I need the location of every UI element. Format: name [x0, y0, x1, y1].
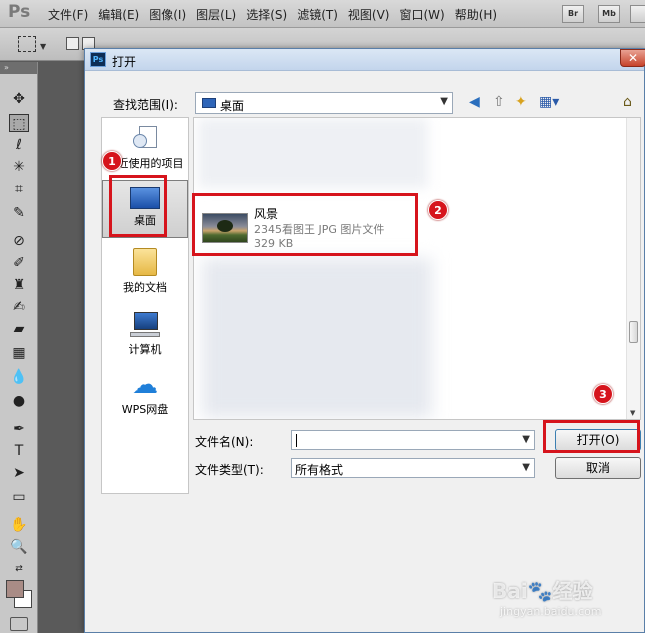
close-icon[interactable]: ✕	[620, 49, 645, 67]
chevron-down-icon[interactable]: ▼	[440, 96, 448, 107]
look-in-value: 桌面	[220, 99, 245, 113]
place-computer[interactable]: 计算机	[102, 312, 188, 357]
preset-dropdown-icon[interactable]: ▼	[40, 42, 46, 51]
watermark-sub: jingyan.baidu.com	[500, 605, 602, 618]
place-label: 计算机	[128, 343, 162, 356]
mini-bridge-button[interactable]: Mb	[598, 5, 620, 23]
documents-folder-icon	[133, 248, 157, 276]
scroll-down-icon[interactable]: ▼	[630, 409, 635, 417]
open-dialog: Ps 打开 ✕ 查找范围(I): 桌面 ▼ ◀ ⇧ ✦ ▦▾ ⌂ 最近使用的项目…	[84, 48, 645, 633]
desktop-icon	[202, 98, 216, 108]
annotation-box-file	[192, 193, 418, 256]
menu-view[interactable]: 视图(V)	[348, 6, 390, 23]
place-label: 我的文档	[123, 281, 167, 294]
healing-brush-tool-icon[interactable]: ⊘	[9, 232, 29, 250]
file-name-input[interactable]: ▼	[291, 430, 535, 450]
chevron-down-icon[interactable]: ▼	[522, 462, 530, 473]
tools-collapse-icon[interactable]: »	[0, 62, 37, 74]
vertical-scrollbar[interactable]: ▼	[626, 118, 640, 419]
bridge-browse-icon[interactable]: ⌂	[623, 95, 632, 109]
path-selection-tool-icon[interactable]: ➤	[9, 464, 29, 482]
shape-tool-icon[interactable]: ▭	[9, 488, 29, 506]
back-icon[interactable]: ◀	[469, 95, 480, 109]
dodge-tool-icon[interactable]: ●	[9, 392, 29, 410]
new-folder-icon[interactable]: ✦	[515, 95, 527, 109]
new-selection-icon[interactable]	[66, 37, 79, 50]
menu-file[interactable]: 文件(F)	[48, 6, 88, 23]
view-menu-icon[interactable]: ▦▾	[539, 95, 559, 109]
annotation-badge-1: 1	[102, 151, 122, 171]
photoshop-menu-bar: Ps 文件(F) 编辑(E) 图像(I) 图层(L) 选择(S) 滤镜(T) 视…	[0, 0, 645, 28]
look-in-combo[interactable]: 桌面 ▼	[195, 92, 453, 114]
screen-mode-icon[interactable]	[630, 5, 645, 23]
up-folder-icon[interactable]: ⇧	[493, 95, 505, 109]
brush-tool-icon[interactable]: ✐	[9, 254, 29, 272]
place-label: WPS网盘	[121, 403, 169, 416]
tools-panel: » ✥ ⬚ ℓ ✳ ⌗ ✎ ⊘ ✐ ♜ ✍ ▰ ▦ 💧 ● ✒ T ➤ ▭ ✋ …	[0, 62, 38, 633]
marquee-preset-icon[interactable]	[18, 36, 36, 52]
chevron-down-icon[interactable]: ▼	[522, 434, 530, 445]
baidu-watermark: Bai🐾经验 jingyan.baidu.com	[470, 575, 640, 631]
dialog-title: 打开	[112, 55, 137, 69]
file-type-select[interactable]: 所有格式 ▼	[291, 458, 535, 478]
computer-icon	[130, 312, 160, 338]
blur-tool-icon[interactable]: 💧	[9, 368, 29, 386]
main-menu: 文件(F) 编辑(E) 图像(I) 图层(L) 选择(S) 滤镜(T) 视图(V…	[48, 6, 507, 23]
menu-edit[interactable]: 编辑(E)	[98, 6, 139, 23]
annotation-badge-2: 2	[428, 200, 448, 220]
look-in-label: 查找范围(I):	[113, 98, 178, 112]
photoshop-logo: Ps	[8, 2, 31, 22]
bridge-button[interactable]: Br	[562, 5, 584, 23]
annotation-badge-3: 3	[593, 384, 613, 404]
photoshop-icon: Ps	[90, 52, 106, 67]
file-list[interactable]: 风景 2345看图王 JPG 图片文件 329 KB ▼	[193, 117, 641, 420]
history-brush-tool-icon[interactable]: ✍	[9, 298, 29, 316]
menu-image[interactable]: 图像(I)	[149, 6, 186, 23]
foreground-color-swatch[interactable]	[6, 580, 24, 598]
eyedropper-tool-icon[interactable]: ✎	[9, 204, 29, 222]
scroll-thumb[interactable]	[629, 321, 638, 343]
type-tool-icon[interactable]: T	[9, 442, 29, 460]
file-name-label: 文件名(N):	[195, 435, 254, 449]
quick-mask-icon[interactable]	[10, 617, 28, 631]
dialog-title-bar: Ps 打开 ✕	[85, 49, 645, 71]
place-documents[interactable]: 我的文档	[102, 248, 188, 295]
pen-tool-icon[interactable]: ✒	[9, 420, 29, 438]
marquee-tool-icon[interactable]: ⬚	[9, 114, 29, 132]
cancel-button[interactable]: 取消	[555, 457, 641, 479]
menu-window[interactable]: 窗口(W)	[399, 6, 444, 23]
recent-icon	[131, 124, 159, 152]
eraser-tool-icon[interactable]: ▰	[9, 320, 29, 338]
places-bar: 最近使用的项目 桌面 我的文档 计算机 ☁ WPS网盘	[101, 117, 189, 494]
quick-select-tool-icon[interactable]: ✳	[9, 158, 29, 176]
file-type-label: 文件类型(T):	[195, 463, 264, 477]
lasso-tool-icon[interactable]: ℓ	[9, 136, 29, 154]
menu-help[interactable]: 帮助(H)	[455, 6, 497, 23]
place-wps-cloud[interactable]: ☁ WPS网盘	[102, 372, 188, 417]
watermark-main: Bai🐾经验	[492, 579, 593, 603]
file-type-value: 所有格式	[295, 463, 344, 477]
gradient-tool-icon[interactable]: ▦	[9, 344, 29, 362]
swap-colors-icon[interactable]: ⇄	[9, 560, 29, 578]
zoom-tool-icon[interactable]: 🔍	[9, 538, 29, 556]
annotation-box-open	[543, 420, 640, 453]
annotation-box-desktop	[109, 175, 167, 237]
move-tool-icon[interactable]: ✥	[9, 90, 29, 108]
hand-tool-icon[interactable]: ✋	[9, 516, 29, 534]
menu-filter[interactable]: 滤镜(T)	[297, 6, 338, 23]
menu-layer[interactable]: 图层(L)	[196, 6, 236, 23]
cloud-icon: ☁	[132, 370, 158, 400]
stamp-tool-icon[interactable]: ♜	[9, 276, 29, 294]
crop-tool-icon[interactable]: ⌗	[9, 180, 29, 198]
menu-select[interactable]: 选择(S)	[246, 6, 287, 23]
